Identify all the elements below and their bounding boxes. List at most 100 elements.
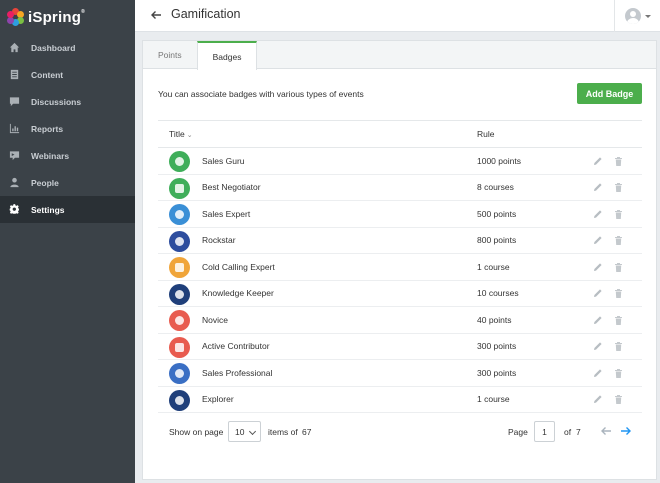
badge-rule: 1000 points [477, 155, 521, 166]
rocket-icon [169, 230, 190, 252]
table-row: Active Contributor 300 points [158, 334, 642, 360]
edit-icon[interactable] [593, 235, 603, 245]
sidebar-item-label: Discussions [31, 96, 82, 107]
badges-table: Title ⌄ Rule Sales Guru 1000 points Best N… [158, 120, 642, 413]
badge-title: Knowledge Keeper [202, 288, 274, 299]
chevron-down-icon [248, 427, 257, 436]
page-label: Page [508, 427, 528, 437]
webinar-icon [9, 150, 20, 161]
logo[interactable]: iSpring® [0, 0, 135, 34]
edit-icon[interactable] [593, 156, 603, 166]
content-icon [9, 69, 20, 80]
edit-icon[interactable] [593, 262, 603, 272]
trash-icon[interactable] [614, 394, 623, 405]
sidebar-item-settings[interactable]: Settings [0, 196, 135, 223]
sidebar-item-label: Dashboard [31, 42, 76, 53]
column-header-title[interactable]: Title ⌄ [169, 129, 193, 139]
trash-icon[interactable] [614, 209, 623, 219]
home-icon [9, 42, 20, 53]
lion-icon [169, 257, 190, 278]
ispring-logo-icon [7, 8, 25, 26]
table-header: Title ⌄ Rule [158, 120, 642, 148]
badge-rule: 10 courses [477, 288, 519, 299]
next-page-icon[interactable] [619, 424, 633, 438]
edit-icon[interactable] [593, 209, 603, 219]
sidebar-item-content[interactable]: Content [0, 61, 135, 88]
prev-page-icon[interactable] [599, 424, 613, 438]
back-arrow-icon[interactable] [149, 8, 163, 22]
badge-rule: 1 course [477, 394, 510, 405]
edit-icon[interactable] [593, 341, 603, 351]
sidebar-item-people[interactable]: People [0, 169, 135, 196]
badge-title: Novice [202, 314, 228, 325]
show-on-page-label: Show on page [169, 427, 224, 437]
person-icon [9, 177, 20, 188]
badge-rule: 800 points [477, 235, 517, 246]
badge-title: Sales Professional [202, 367, 273, 378]
bull-icon [169, 363, 190, 384]
trash-icon[interactable] [614, 341, 623, 352]
sidebar-item-label: Content [31, 69, 64, 80]
medal-icon [169, 151, 190, 172]
trash-icon[interactable] [614, 156, 623, 166]
of-label: of [564, 427, 572, 437]
total-pages: 7 [576, 427, 581, 437]
badge-title: Cold Calling Expert [202, 261, 275, 272]
trash-icon[interactable] [614, 235, 623, 246]
sort-icon: ⌄ [184, 132, 193, 139]
trash-icon[interactable] [614, 288, 623, 299]
items-of-label: items of [268, 427, 298, 437]
badge-title: Rockstar [202, 235, 236, 246]
sidebar-item-discussions[interactable]: Discussions [0, 88, 135, 115]
diamond-icon [169, 336, 190, 358]
sidebar: iSpring® Dashboard Content Discussions R… [0, 0, 135, 483]
book-icon [169, 283, 190, 305]
badge-title: Sales Expert [202, 208, 251, 219]
add-badge-button[interactable]: Add Badge [577, 83, 642, 104]
edit-icon[interactable] [593, 394, 603, 404]
logo-text: iSpring® [28, 8, 85, 26]
badge-title: Sales Guru [202, 155, 245, 166]
trash-icon[interactable] [614, 315, 623, 325]
badge-title: Active Contributor [202, 341, 270, 352]
tab-badges[interactable]: Badges [196, 41, 258, 70]
edit-icon[interactable] [593, 288, 603, 298]
sidebar-nav: Dashboard Content Discussions Reports We… [0, 34, 135, 223]
table-row: Novice 40 points [158, 307, 642, 334]
table-row: Sales Expert 500 points [158, 201, 642, 228]
table-row: Cold Calling Expert 1 course [158, 254, 642, 281]
trash-icon[interactable] [614, 262, 623, 272]
gear-icon [9, 204, 20, 215]
chevron-down-icon [644, 14, 651, 18]
page-size-select[interactable]: 10 [228, 421, 261, 442]
sidebar-item-webinars[interactable]: Webinars [0, 142, 135, 169]
pagination: Show on page 10 items of 67 Page 1 of 7 [158, 420, 642, 444]
table-row: Sales Guru 1000 points [158, 148, 642, 175]
page-number-input[interactable]: 1 [534, 421, 555, 442]
trash-icon[interactable] [614, 368, 623, 378]
sidebar-item-label: Reports [31, 123, 64, 134]
table-row: Knowledge Keeper 10 courses [158, 281, 642, 307]
page-title: Gamification [171, 7, 241, 21]
badge-title: Best Negotiator [202, 182, 261, 193]
edit-icon[interactable] [593, 368, 603, 378]
badge-rule: 40 points [477, 314, 512, 325]
edit-icon[interactable] [593, 182, 603, 192]
chart-icon [9, 123, 20, 134]
intro-text: You can associate badges with various ty… [158, 89, 364, 99]
top-header: Gamification [135, 0, 660, 32]
chat-icon [9, 96, 20, 107]
total-items: 67 [302, 427, 312, 437]
badge-rule: 8 courses [477, 182, 514, 193]
trash-icon[interactable] [614, 182, 623, 193]
table-row: Sales Professional 300 points [158, 360, 642, 387]
sidebar-item-dashboard[interactable]: Dashboard [0, 34, 135, 61]
edit-icon[interactable] [593, 315, 603, 325]
explorer-icon [169, 389, 190, 411]
tab-points[interactable]: Points [143, 41, 197, 69]
badge-rule: 300 points [477, 367, 517, 378]
user-menu[interactable] [614, 0, 660, 32]
sidebar-item-reports[interactable]: Reports [0, 115, 135, 142]
thumbs-up-icon [169, 310, 190, 331]
table-row: Best Negotiator 8 courses [158, 175, 642, 201]
